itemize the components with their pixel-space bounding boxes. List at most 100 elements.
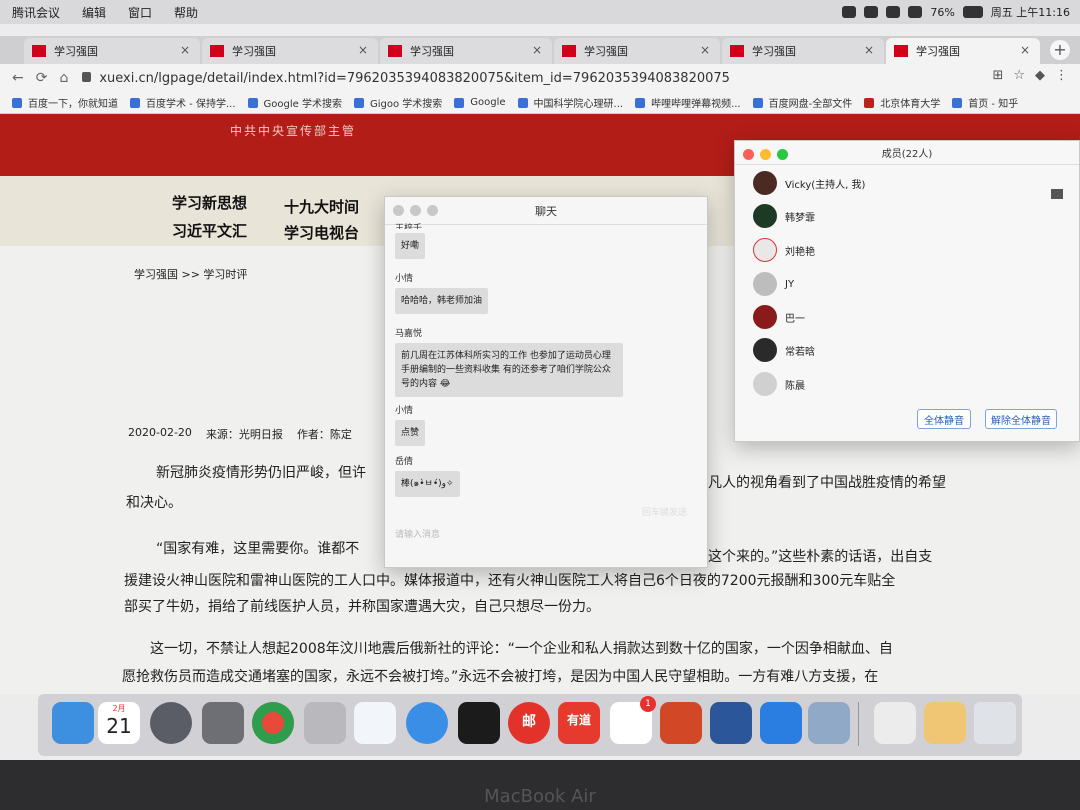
extension-icon[interactable]: ◆	[1035, 68, 1045, 83]
nav-tv[interactable]: 学习电视台	[284, 222, 359, 243]
screen-share-icon[interactable]	[1051, 189, 1063, 199]
preview-icon[interactable]	[808, 702, 850, 744]
wechat-status-icon[interactable]	[864, 6, 879, 18]
nav-congress[interactable]: 十九大时间	[284, 196, 359, 217]
member-item[interactable]: 常若晗	[753, 338, 815, 362]
battery-icon[interactable]	[962, 6, 983, 18]
star-icon[interactable]: ☆	[1013, 68, 1025, 83]
calendar-icon[interactable]: 2月 21	[98, 702, 140, 744]
menu-help[interactable]: 帮助	[174, 4, 198, 21]
close-tab-icon[interactable]: ×	[180, 43, 190, 57]
bookmark-item[interactable]: 百度网盘-全部文件	[752, 95, 852, 110]
member-item[interactable]: 陈晨	[753, 372, 805, 396]
tab-1[interactable]: 学习强国 ×	[24, 38, 200, 64]
close-window-icon[interactable]	[393, 205, 404, 216]
unmute-all-button[interactable]: 解除全体静音	[985, 409, 1057, 429]
word-icon[interactable]	[710, 702, 752, 744]
youdao-icon[interactable]: 有道	[558, 702, 600, 744]
menu-window[interactable]: 窗口	[128, 4, 152, 21]
bookmark-item[interactable]: 百度一下，你就知道	[12, 95, 118, 110]
close-tab-icon[interactable]: ×	[1020, 43, 1030, 57]
tab-6-active[interactable]: 学习强国 ×	[886, 38, 1040, 64]
bookmark-item[interactable]: 哔哩哔哩弹幕视频...	[635, 95, 741, 110]
member-item[interactable]: JY	[753, 272, 794, 296]
wechat-icon[interactable]: 1	[610, 696, 656, 744]
close-tab-icon[interactable]: ×	[532, 43, 542, 57]
member-item[interactable]: 刘艳艳	[753, 238, 815, 262]
mail-app-icon[interactable]: 邮	[508, 702, 550, 744]
avatar	[753, 238, 777, 262]
finder-icon[interactable]	[52, 702, 94, 744]
baidu-scholar-icon	[130, 97, 140, 108]
bookmark-item[interactable]: 北京体育大学	[864, 95, 940, 110]
translate-icon[interactable]: ⊞	[992, 68, 1003, 83]
message-bubble[interactable]: 点赞	[395, 420, 426, 446]
nav-writings[interactable]: 习近平文汇	[172, 220, 247, 241]
new-tab-button[interactable]: +	[1050, 40, 1070, 60]
home-icon[interactable]: ⌂	[59, 70, 68, 86]
screenshot-tool-icon[interactable]	[304, 702, 346, 744]
message-bubble[interactable]: 棒(๑•̀ㅂ•́)و✧	[395, 471, 460, 497]
pen-app-icon[interactable]	[406, 702, 448, 744]
url-field[interactable]: xuexi.cn/lgpage/detail/index.html?id=796…	[82, 71, 730, 86]
clock[interactable]: 周五 上午11:16	[991, 4, 1070, 20]
tab-5[interactable]: 学习强国 ×	[722, 38, 884, 64]
bookmarks-bar: 百度一下，你就知道 百度学术 - 保持学... Google 学术搜索 Gigo…	[0, 92, 1080, 114]
launchpad-icon[interactable]	[150, 702, 192, 744]
zoom-window-icon[interactable]	[427, 205, 438, 216]
bookmark-item[interactable]: 中国科学院心理研...	[517, 95, 623, 110]
powerpoint-icon[interactable]	[660, 702, 702, 744]
mute-all-button[interactable]: 全体静音	[917, 409, 971, 429]
chrome-icon[interactable]	[252, 702, 294, 744]
bookmark-item[interactable]: Gigoo 学术搜索	[353, 95, 442, 110]
baidu-netdisk-dock-icon[interactable]	[354, 702, 396, 744]
tab-4[interactable]: 学习强国 ×	[554, 38, 720, 64]
minimize-window-icon[interactable]	[760, 149, 771, 160]
bookmark-item[interactable]: 首页 - 知乎	[952, 95, 1018, 110]
message-bubble[interactable]: 前几周在江苏体科所实习的工作 也参加了运动员心理手册编制的一些资料收集 有的还参…	[395, 343, 623, 397]
tab-bar: 学习强国 × 学习强国 × 学习强国 × 学习强国 × 学习强国 × 学习强国 × +	[0, 36, 1080, 64]
close-window-icon[interactable]	[743, 149, 754, 160]
menu-edit[interactable]: 编辑	[82, 4, 106, 21]
breadcrumb[interactable]: 学习强国 >> 学习时评	[134, 266, 247, 282]
menu-app[interactable]: 腾讯会议	[12, 4, 60, 21]
meeting-icon[interactable]	[842, 6, 857, 18]
bookmark-item[interactable]: 百度学术 - 保持学...	[130, 95, 236, 110]
nav-thought[interactable]: 学习新思想	[172, 192, 247, 213]
chat-input[interactable]: 请输入消息	[395, 527, 440, 540]
tencent-meeting-icon[interactable]	[760, 702, 802, 744]
bilibili-icon	[635, 97, 646, 108]
bookmark-item[interactable]: Google	[454, 97, 506, 108]
document-stack-icon[interactable]	[874, 702, 916, 744]
back-icon[interactable]: ←	[12, 70, 24, 86]
chat-window: 聊天 王梓千 好嘞 小情 哈哈哈，韩老师加油 马嘉悦 前几周在江苏体科所实习的工…	[384, 196, 708, 568]
close-tab-icon[interactable]: ×	[358, 43, 368, 57]
battery-level[interactable]: 76%	[930, 6, 954, 19]
volume-icon[interactable]	[908, 6, 923, 18]
close-tab-icon[interactable]: ×	[700, 43, 710, 57]
trash-icon[interactable]	[974, 702, 1016, 744]
tab-2[interactable]: 学习强国 ×	[202, 38, 378, 64]
wifi-icon[interactable]	[886, 6, 901, 18]
member-item[interactable]: 韩梦霏	[753, 204, 815, 228]
close-tab-icon[interactable]: ×	[864, 43, 874, 57]
bookmark-item[interactable]: Google 学术搜索	[247, 95, 342, 110]
member-item[interactable]: Vicky(主持人, 我)	[753, 171, 865, 195]
tab-3[interactable]: 学习强国 ×	[380, 38, 552, 64]
status-area: 76% 周五 上午11:16	[842, 0, 1070, 24]
system-preferences-icon[interactable]	[202, 702, 244, 744]
bezel-label: MacBook Air	[484, 786, 596, 807]
message-bubble[interactable]: 好嘞	[395, 233, 426, 259]
terminal-icon[interactable]	[458, 702, 500, 744]
members-window: 成员(22人) Vicky(主持人, 我) 韩梦霏 刘艳艳 JY 巴一 常若晗 …	[734, 140, 1080, 442]
menu-bar: 腾讯会议 编辑 窗口 帮助 76% 周五 上午11:16	[0, 0, 1080, 24]
zoom-window-icon[interactable]	[777, 149, 788, 160]
members-titlebar[interactable]: 成员(22人)	[735, 141, 1079, 165]
message-bubble[interactable]: 哈哈哈，韩老师加油	[395, 288, 489, 314]
reload-icon[interactable]: ⟳	[36, 70, 48, 86]
minimize-window-icon[interactable]	[410, 205, 421, 216]
menu-dots-icon[interactable]: ⋮	[1055, 68, 1068, 83]
calendar-day: 21	[106, 714, 132, 738]
downloads-stack-icon[interactable]	[924, 702, 966, 744]
member-item[interactable]: 巴一	[753, 305, 805, 329]
